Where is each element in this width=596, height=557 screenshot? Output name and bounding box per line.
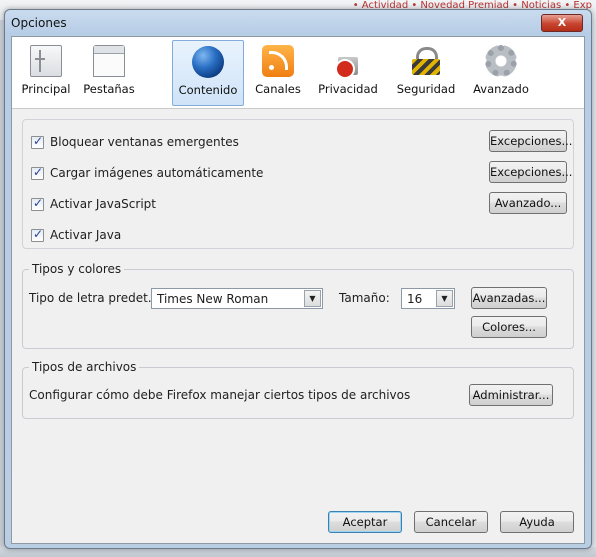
tab-label: Contenido [178, 83, 238, 97]
checkbox-row-images[interactable]: Cargar imágenes automáticamente [23, 163, 263, 183]
tab-label: Avanzado [473, 82, 529, 96]
tabs-icon [93, 45, 125, 77]
select-value: Times New Roman [157, 292, 269, 306]
tab-label: Canales [255, 82, 301, 96]
checkbox-label: Activar JavaScript [50, 197, 156, 211]
dialog-titlebar[interactable]: Opciones X [5, 10, 591, 36]
principal-icon [30, 45, 62, 77]
fonts-advanced-button[interactable]: Avanzadas... [471, 287, 547, 309]
checkbox-label: Bloquear ventanas emergentes [50, 135, 239, 149]
font-size-label: Tamaño: [339, 291, 390, 305]
cancel-button[interactable]: Cancelar [414, 511, 488, 533]
group-legend: Tipos y colores [29, 262, 125, 276]
colors-button[interactable]: Colores... [471, 316, 547, 338]
checkbox-row-popups[interactable]: Bloquear ventanas emergentes [23, 132, 239, 152]
default-font-select[interactable]: Times New Roman ▼ [151, 288, 323, 309]
content-options-group: Bloquear ventanas emergentes Cargar imág… [22, 119, 574, 249]
load-images-checkbox[interactable] [31, 165, 44, 180]
checkbox-row-javascript[interactable]: Activar JavaScript [23, 194, 156, 214]
close-button[interactable]: X [541, 14, 583, 32]
tab-privacidad[interactable]: Privacidad [312, 40, 384, 106]
rss-feed-icon [262, 45, 294, 77]
tab-seguridad[interactable]: Seguridad [390, 40, 462, 106]
fonts-colors-group: Tipos y colores Tipo de letra predet.: T… [22, 262, 574, 349]
accept-button[interactable]: Aceptar [328, 511, 402, 533]
dialog-title: Opciones [11, 16, 67, 30]
group-legend: Tipos de archivos [29, 360, 140, 374]
tab-label: Principal [21, 82, 71, 96]
popup-blocker-checkbox[interactable] [31, 134, 44, 149]
tab-canales[interactable]: Canales [250, 40, 306, 106]
checkbox-label: Activar Java [50, 228, 122, 242]
padlock-icon [410, 45, 442, 77]
file-types-group: Tipos de archivos Configurar cómo debe F… [22, 360, 574, 419]
globe-icon [192, 46, 224, 78]
dialog-client-area: Principal Pestañas Contenido Canales Pri… [11, 36, 585, 544]
font-size-select[interactable]: 16 ▼ [401, 288, 455, 309]
javascript-advanced-button[interactable]: Avanzado... [489, 192, 567, 214]
tab-label: Seguridad [396, 82, 456, 96]
tab-label: Pestañas [83, 82, 135, 96]
file-types-description: Configurar cómo debe Firefox manejar cie… [29, 388, 411, 402]
tab-principal[interactable]: Principal [16, 40, 76, 106]
select-value: 16 [407, 292, 423, 306]
privacy-icon [332, 45, 364, 79]
javascript-checkbox[interactable] [31, 196, 44, 211]
category-toolbar: Principal Pestañas Contenido Canales Pri… [12, 37, 584, 109]
manage-file-types-button[interactable]: Administrar... [469, 384, 553, 406]
checkbox-label: Cargar imágenes automáticamente [50, 166, 264, 180]
help-button[interactable]: Ayuda [500, 511, 574, 533]
tab-pestanas[interactable]: Pestañas [78, 40, 140, 106]
chevron-down-icon[interactable]: ▼ [436, 290, 453, 307]
tab-contenido[interactable]: Contenido [172, 40, 244, 106]
checkbox-row-java[interactable]: Activar Java [23, 225, 121, 245]
chevron-down-icon[interactable]: ▼ [304, 290, 321, 307]
gear-icon [485, 45, 517, 77]
java-checkbox[interactable] [31, 227, 44, 242]
options-dialog: Opciones X Principal Pestañas Contenido … [4, 9, 592, 549]
popup-exceptions-button[interactable]: Excepciones... [489, 130, 572, 152]
default-font-label: Tipo de letra predet.: [29, 291, 156, 305]
images-exceptions-button[interactable]: Excepciones... [489, 161, 572, 183]
tab-label: Privacidad [318, 82, 378, 96]
tab-avanzado[interactable]: Avanzado [466, 40, 536, 106]
